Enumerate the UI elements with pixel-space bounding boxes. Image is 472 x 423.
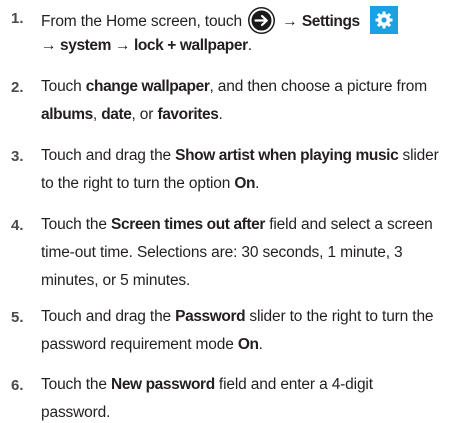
step-number: 6. bbox=[11, 377, 24, 394]
text-run: , and then choose a picture from bbox=[209, 78, 427, 95]
text-run: . bbox=[255, 175, 260, 192]
step-text-line: → system → lock + wallpaper. bbox=[41, 36, 252, 56]
text-run: Touch and drag the bbox=[41, 147, 176, 164]
step-text-line: Touch the Screen times out after field a… bbox=[41, 215, 433, 235]
step-text-line: to the right to turn the option On. bbox=[41, 174, 259, 194]
step-number: 1. bbox=[11, 10, 24, 27]
step-text-line: albums, date, or favorites. bbox=[41, 105, 223, 125]
settings-gear-icon bbox=[369, 6, 398, 34]
step-text-line: Touch change wallpaper, and then choose … bbox=[41, 77, 427, 97]
bold-term: Screen times out after bbox=[111, 216, 266, 233]
text-run: Touch the bbox=[41, 376, 112, 393]
step-text-line: password requirement mode On. bbox=[41, 335, 263, 355]
text-run: slider bbox=[398, 147, 439, 164]
text-run: From the Home screen, touch bbox=[41, 13, 247, 31]
text-run: field and select a screen bbox=[265, 216, 433, 233]
text-run: Touch bbox=[41, 78, 86, 95]
bold-term: New password bbox=[111, 376, 215, 393]
text-run: minutes, or 5 minutes. bbox=[41, 272, 191, 289]
step-number: 2. bbox=[11, 79, 24, 96]
bold-term: change wallpaper bbox=[85, 78, 210, 95]
step-text-line: password. bbox=[41, 403, 110, 423]
step-text-line: minutes, or 5 minutes. bbox=[41, 271, 190, 291]
text-run: . bbox=[247, 37, 252, 54]
text-run: , or bbox=[131, 106, 158, 123]
step-number: 5. bbox=[11, 309, 24, 326]
bold-term: → system → lock + wallpaper bbox=[41, 37, 248, 54]
bold-term: On bbox=[234, 175, 256, 192]
text-run: → bbox=[278, 13, 302, 31]
text-run: password requirement mode bbox=[41, 336, 238, 353]
bold-term: favorites bbox=[157, 106, 219, 123]
bold-term: date bbox=[101, 106, 132, 123]
bold-term: On bbox=[237, 336, 259, 353]
text-run: Touch the bbox=[41, 216, 112, 233]
step-number: 4. bbox=[11, 217, 24, 234]
text-run: . bbox=[258, 336, 263, 353]
text-run: password. bbox=[41, 404, 111, 421]
step-text-line: Touch and drag the Password slider to th… bbox=[41, 307, 434, 327]
step-text-line: Touch the New password field and enter a… bbox=[41, 375, 373, 395]
text-run: Touch and drag the bbox=[41, 308, 176, 325]
step-text-line: From the Home screen, touch → Settings bbox=[41, 6, 398, 36]
step-text-line: Touch and drag the Show artist when play… bbox=[41, 146, 439, 166]
text-run bbox=[360, 13, 364, 30]
bold-term: Settings bbox=[301, 13, 360, 31]
bold-term: albums bbox=[41, 106, 93, 123]
bold-term: Password bbox=[175, 308, 246, 325]
step-text-line: time-out time. Selections are: 30 second… bbox=[41, 243, 403, 263]
text-run: , bbox=[92, 106, 102, 123]
text-run: field and enter a 4-digit bbox=[214, 376, 373, 393]
arrow-right-icon bbox=[248, 6, 276, 34]
text-run: . bbox=[218, 106, 223, 123]
step-number: 3. bbox=[11, 148, 24, 165]
bold-term: Show artist when playing music bbox=[175, 147, 399, 164]
text-run: to the right to turn the option bbox=[41, 175, 235, 192]
text-run: time-out time. Selections are: 30 second… bbox=[41, 244, 403, 261]
text-run: slider to the right to turn the bbox=[245, 308, 434, 325]
